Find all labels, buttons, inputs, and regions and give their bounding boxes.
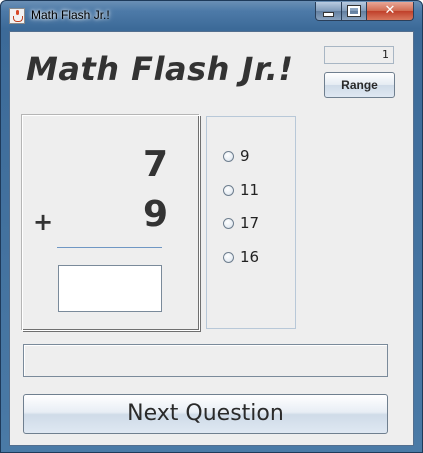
choice-label: 11 (240, 181, 260, 199)
choice-label: 17 (240, 214, 260, 232)
feedback-field (23, 344, 388, 377)
sum-line (57, 247, 162, 248)
choice-option[interactable]: 17 (223, 214, 259, 232)
content-pane: Math Flash Jr.! 1 Range 7 + 9 9 11 17 16… (9, 31, 414, 446)
close-icon: ✕ (384, 3, 396, 18)
radio-button-icon[interactable] (223, 150, 234, 162)
bottom-number: 9 (142, 194, 168, 235)
choice-option[interactable]: 11 (223, 181, 259, 199)
top-number: 7 (142, 144, 168, 185)
title-bar[interactable]: Math Flash Jr.! ✕ (1, 1, 422, 29)
app-heading: Math Flash Jr.! (26, 50, 294, 88)
range-value-field[interactable]: 1 (324, 46, 394, 64)
choice-option[interactable]: 9 (223, 147, 250, 165)
range-button[interactable]: Range (324, 72, 395, 98)
minimize-button[interactable] (315, 2, 342, 21)
choice-label: 9 (240, 147, 250, 165)
window-title: Math Flash Jr.! (31, 8, 110, 22)
radio-button-icon[interactable] (223, 217, 234, 229)
question-panel: 7 + 9 (22, 115, 200, 331)
next-question-button[interactable]: Next Question (23, 394, 388, 434)
choice-option[interactable]: 16 (223, 248, 259, 266)
operator-sign: + (33, 208, 54, 236)
radio-button-icon[interactable] (223, 184, 234, 196)
java-app-icon (9, 8, 25, 24)
answer-input[interactable] (58, 265, 162, 312)
maximize-button[interactable] (341, 2, 367, 21)
choice-label: 16 (240, 248, 260, 266)
maximize-icon (347, 5, 361, 17)
app-window: Math Flash Jr.! ✕ Math Flash Jr.! 1 Rang… (0, 0, 423, 453)
radio-button-icon[interactable] (223, 251, 234, 263)
minimize-icon (323, 12, 334, 17)
choices-panel: 9 11 17 16 (206, 116, 296, 329)
close-button[interactable]: ✕ (366, 2, 414, 21)
